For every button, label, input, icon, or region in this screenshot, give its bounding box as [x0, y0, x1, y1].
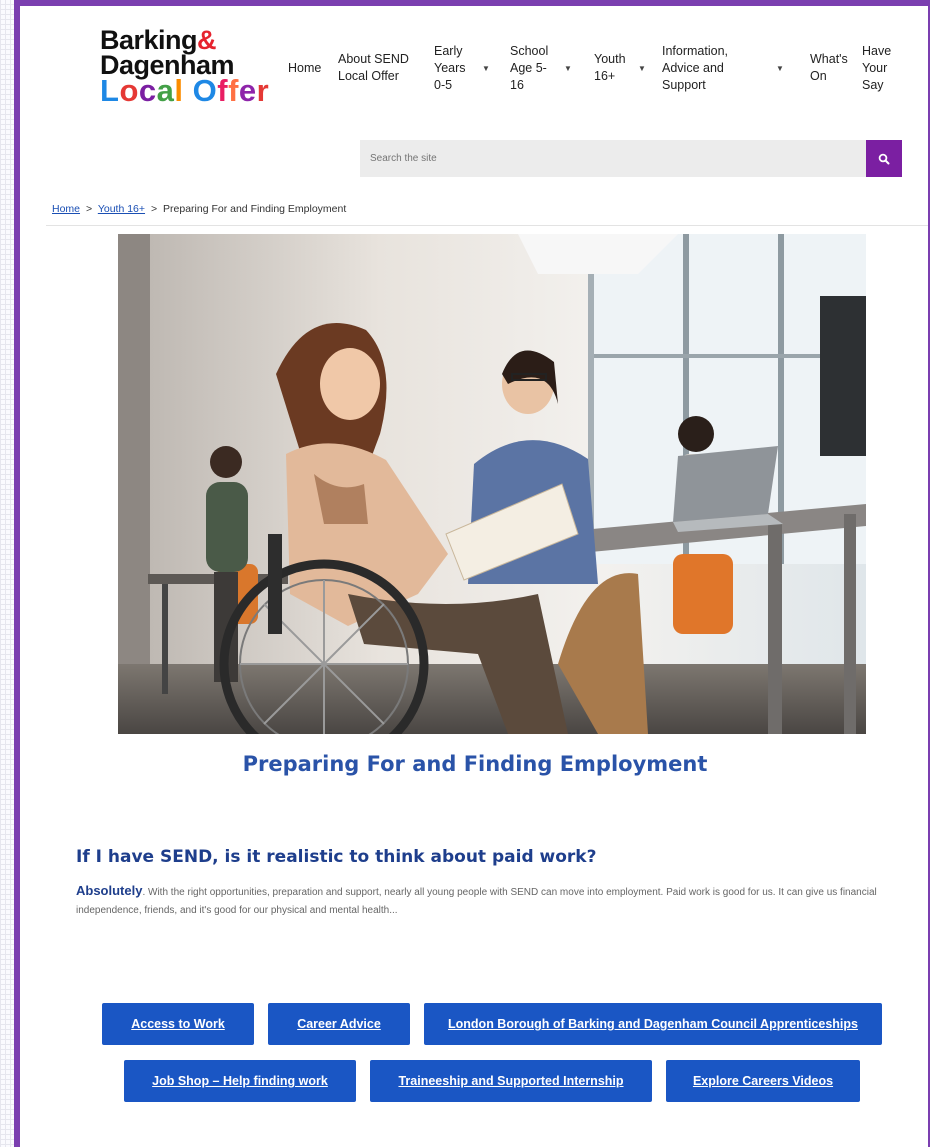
nav-label: About SEND Local Offer — [338, 52, 409, 83]
traineeship-button[interactable]: Traineeship and Supported Internship — [370, 1060, 652, 1102]
nav-item-youth[interactable]: Youth 16+ ▼ — [594, 51, 650, 85]
answer-lead: Absolutely — [76, 883, 143, 898]
access-to-work-button[interactable]: Access to Work — [102, 1003, 254, 1045]
breadcrumb: Home > Youth 16+ > Preparing For and Fin… — [52, 203, 346, 215]
logo-letter: f — [228, 73, 239, 108]
logo-letter: e — [238, 73, 257, 108]
divider — [46, 225, 928, 226]
nav-label: School Age 5-16 — [510, 43, 549, 92]
chevron-down-icon: ▼ — [776, 63, 784, 73]
logo-letter: c — [138, 73, 157, 108]
page-margin-pattern — [0, 0, 14, 1147]
logo-letter: o — [119, 73, 139, 108]
site-logo[interactable]: Barking& Dagenham Local Offer — [100, 27, 270, 108]
breadcrumb-separator: > — [85, 203, 93, 215]
logo-letter: O — [192, 73, 218, 108]
nav-item-school-age[interactable]: School Age 5-16 ▼ — [510, 43, 582, 94]
site-search — [360, 140, 902, 177]
breadcrumb-separator: > — [150, 203, 158, 215]
breadcrumb-home-link[interactable]: Home — [52, 203, 80, 215]
main-nav: Home About SEND Local Offer Early Years … — [288, 38, 896, 98]
nav-label: Information, Advice and Support — [662, 43, 729, 92]
intro-paragraph: Absolutely. With the right opportunities… — [76, 882, 914, 920]
chevron-down-icon: ▼ — [482, 63, 490, 73]
search-button[interactable] — [866, 140, 902, 177]
page-title: Preparing For and Finding Employment — [242, 752, 708, 776]
office-photo — [118, 234, 866, 734]
nav-item-whats-on[interactable]: What's On — [810, 51, 850, 85]
nav-label: What's On — [810, 52, 848, 83]
search-icon — [878, 153, 890, 164]
search-input[interactable] — [360, 140, 866, 177]
nav-label: Have Your Say — [862, 43, 892, 92]
nav-item-information-advice[interactable]: Information, Advice and Support ▼ — [662, 43, 798, 94]
nav-item-have-your-say[interactable]: Have Your Say — [862, 43, 896, 94]
job-shop-button[interactable]: Job Shop – Help finding work — [124, 1060, 356, 1102]
nav-label: Youth 16+ — [594, 52, 626, 83]
answer-body: . With the right opportunities, preparat… — [76, 887, 877, 916]
logo-letter — [184, 78, 193, 103]
section-heading: If I have SEND, is it realistic to think… — [76, 847, 597, 867]
nav-item-about-send[interactable]: About SEND Local Offer — [338, 51, 422, 85]
logo-letter: l — [174, 73, 184, 108]
chevron-down-icon: ▼ — [638, 63, 646, 73]
logo-line-3: Local Offer — [100, 73, 270, 108]
page-frame: Barking& Dagenham Local Offer Home About… — [14, 0, 930, 1147]
nav-item-early-years[interactable]: Early Years 0-5 ▼ — [434, 43, 498, 94]
chevron-down-icon: ▼ — [564, 63, 572, 73]
explore-careers-videos-button[interactable]: Explore Careers Videos — [666, 1060, 860, 1102]
logo-letter: a — [156, 73, 175, 108]
breadcrumb-current: Preparing For and Finding Employment — [163, 203, 347, 215]
logo-letter: f — [217, 73, 229, 108]
logo-letter: r — [256, 73, 270, 108]
hero-image — [118, 234, 866, 734]
logo-letter: L — [100, 73, 120, 108]
apprenticeships-button[interactable]: London Borough of Barking and Dagenham C… — [424, 1003, 882, 1045]
breadcrumb-youth-link[interactable]: Youth 16+ — [98, 203, 145, 215]
nav-item-home[interactable]: Home — [288, 60, 326, 77]
career-advice-button[interactable]: Career Advice — [268, 1003, 410, 1045]
nav-label: Home — [288, 60, 322, 75]
nav-label: Early Years 0-5 — [434, 43, 466, 92]
